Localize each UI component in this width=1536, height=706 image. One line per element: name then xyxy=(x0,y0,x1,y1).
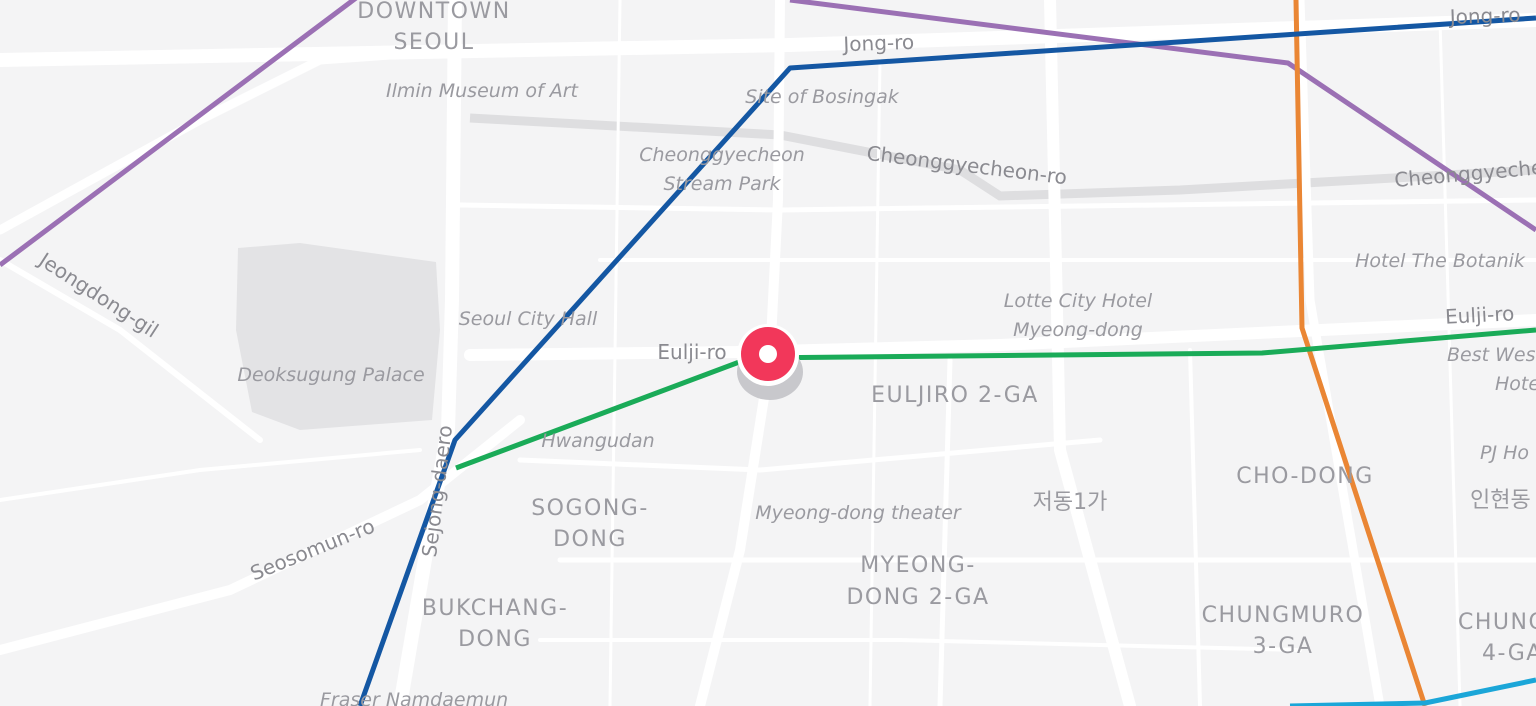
district-label: CHUNGM xyxy=(1458,610,1536,635)
poi-label: Site of Bosingak xyxy=(745,86,899,108)
district-label: SEOUL xyxy=(393,30,474,55)
district-label: 4-GA xyxy=(1482,641,1536,666)
poi-label: Myeong-dong xyxy=(1013,319,1143,341)
district-label: DONG xyxy=(458,627,532,652)
poi-label: Stream Park xyxy=(663,173,781,195)
map-view[interactable]: DOWNTOWN SEOUL EULJIRO 2-GA CHO-DONG SOG… xyxy=(0,0,1536,706)
district-label: BUKCHANG- xyxy=(422,596,568,621)
poi-label: Myeong-dong theater xyxy=(755,502,962,524)
korean-label: 저동1가 xyxy=(1033,490,1108,515)
poi-label: Lotte City Hotel xyxy=(1004,290,1153,312)
poi-label: Seoul City Hall xyxy=(459,308,598,330)
poi-label: Cheonggyecheon xyxy=(639,144,805,166)
district-label: 3-GA xyxy=(1253,634,1314,659)
district-label: DONG xyxy=(553,527,627,552)
korean-label: 인현동 xyxy=(1470,488,1531,513)
district-label: MYEONG- xyxy=(860,553,976,578)
road-label: Eulji-ro xyxy=(1444,301,1514,329)
district-label: EULJIRO 2-GA xyxy=(871,383,1039,408)
district-label: CHUNGMURO xyxy=(1202,603,1365,628)
district-label: CHO-DONG xyxy=(1236,464,1374,489)
poi-label: Deoksugung Palace xyxy=(237,364,424,386)
district-label: SOGONG- xyxy=(531,496,649,521)
poi-label: Ilmin Museum of Art xyxy=(386,80,580,102)
map-canvas[interactable]: DOWNTOWN SEOUL EULJIRO 2-GA CHO-DONG SOG… xyxy=(0,0,1536,706)
road-label: Jong-ro xyxy=(1447,3,1521,30)
marker-center xyxy=(759,345,777,363)
poi-label: Hote xyxy=(1495,373,1536,395)
district-label: DONG 2-GA xyxy=(846,585,989,610)
road-label: Jong-ro xyxy=(841,30,915,57)
poi-label: Hwangudan xyxy=(541,430,654,452)
poi-label: Best Wes xyxy=(1447,344,1536,366)
road-label: Eulji-ro xyxy=(657,340,726,364)
poi-label: Hotel The Botanik xyxy=(1355,250,1526,272)
palace-grounds xyxy=(236,243,440,430)
district-label: DOWNTOWN xyxy=(357,0,510,24)
poi-label: PJ Ho xyxy=(1480,442,1529,464)
poi-label: Fraser Namdaemun xyxy=(320,689,508,706)
